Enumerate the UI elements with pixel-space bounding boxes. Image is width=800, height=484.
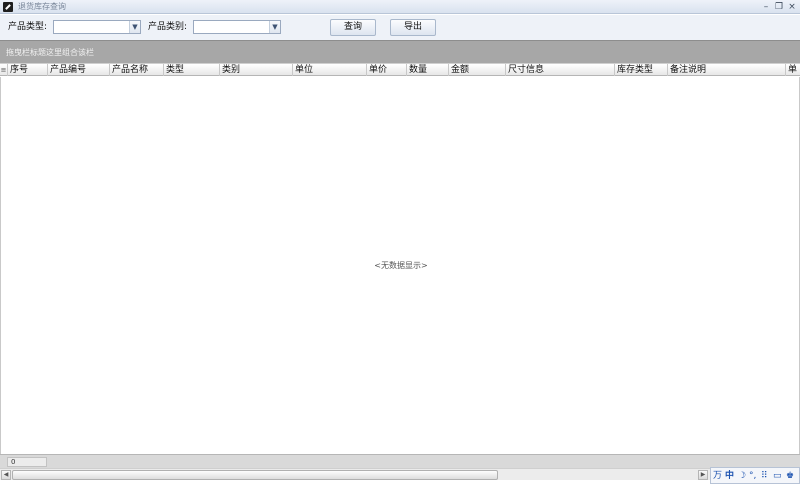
punctuation-icon[interactable]: °, xyxy=(749,470,756,482)
app-icon xyxy=(3,2,13,12)
chevron-down-icon[interactable]: ▼ xyxy=(129,21,140,33)
footer-summary-cell: 0 xyxy=(7,457,47,467)
title-bar: 退货库存查询 – ❐ × xyxy=(0,0,800,14)
ime-toolbar[interactable]: 万 中 ☽ °, ⠿ ▭ ♚ xyxy=(710,467,800,484)
column-header[interactable]: 单位 xyxy=(293,64,367,76)
product-type-select[interactable]: ▼ xyxy=(53,20,141,34)
column-header[interactable]: 类型 xyxy=(164,64,220,76)
empty-grid-message: <无数据显示> xyxy=(374,261,428,270)
grid-footer: 0 xyxy=(0,454,800,468)
product-category-select[interactable]: ▼ xyxy=(193,20,281,34)
column-header[interactable]: 序号 xyxy=(8,64,48,76)
column-header[interactable]: 库存类型 xyxy=(615,64,668,76)
scroll-right-icon[interactable]: ▶ xyxy=(698,470,708,480)
settings-icon[interactable]: ♚ xyxy=(786,470,794,482)
product-type-label: 产品类型: xyxy=(8,22,48,32)
column-header[interactable]: 产品名称 xyxy=(110,64,164,76)
column-header[interactable]: 备注说明 xyxy=(668,64,786,76)
close-button[interactable]: × xyxy=(786,1,798,13)
scroll-left-icon[interactable]: ◀ xyxy=(1,470,11,480)
column-header[interactable]: 类别 xyxy=(220,64,293,76)
row-indicator-header: ≡ xyxy=(0,64,8,76)
keyboard-icon[interactable]: ▭ xyxy=(773,470,782,482)
ime-mode-icon[interactable]: 万 xyxy=(713,470,722,482)
column-header[interactable]: 尺寸信息 xyxy=(506,64,615,76)
column-header[interactable]: 单价 xyxy=(367,64,407,76)
export-button[interactable]: 导出 xyxy=(390,19,436,36)
column-header[interactable]: 单 xyxy=(786,64,800,76)
window-title: 退货库存查询 xyxy=(18,2,66,11)
ime-chinese-toggle[interactable]: 中 xyxy=(725,470,734,482)
group-by-hint: 拖曳栏标题这里组合该栏 xyxy=(6,48,94,57)
grid-body[interactable]: <无数据显示> xyxy=(0,77,800,454)
scrollbar-thumb[interactable] xyxy=(12,470,498,480)
minimize-button[interactable]: – xyxy=(760,1,772,13)
column-header[interactable]: 产品编号 xyxy=(48,64,110,76)
column-header[interactable]: 金额 xyxy=(449,64,506,76)
filter-toolbar: 产品类型: ▼ 产品类别: ▼ 查询 导出 xyxy=(0,15,800,40)
query-button[interactable]: 查询 xyxy=(330,19,376,36)
column-header[interactable]: 数量 xyxy=(407,64,449,76)
group-by-panel[interactable]: 拖曳栏标题这里组合该栏 xyxy=(0,40,800,63)
chevron-down-icon[interactable]: ▼ xyxy=(269,21,280,33)
product-category-label: 产品类别: xyxy=(148,22,188,32)
restore-button[interactable]: ❐ xyxy=(773,1,785,13)
soft-keyboard-icon[interactable]: ⠿ xyxy=(761,470,768,482)
grid-header: ≡ 序号 产品编号 产品名称 类型 类别 单位 单价 数量 金额 尺寸信息 库存… xyxy=(0,63,800,76)
horizontal-scrollbar[interactable]: ◀ ▶ xyxy=(0,468,710,480)
moon-icon[interactable]: ☽ xyxy=(738,470,746,482)
